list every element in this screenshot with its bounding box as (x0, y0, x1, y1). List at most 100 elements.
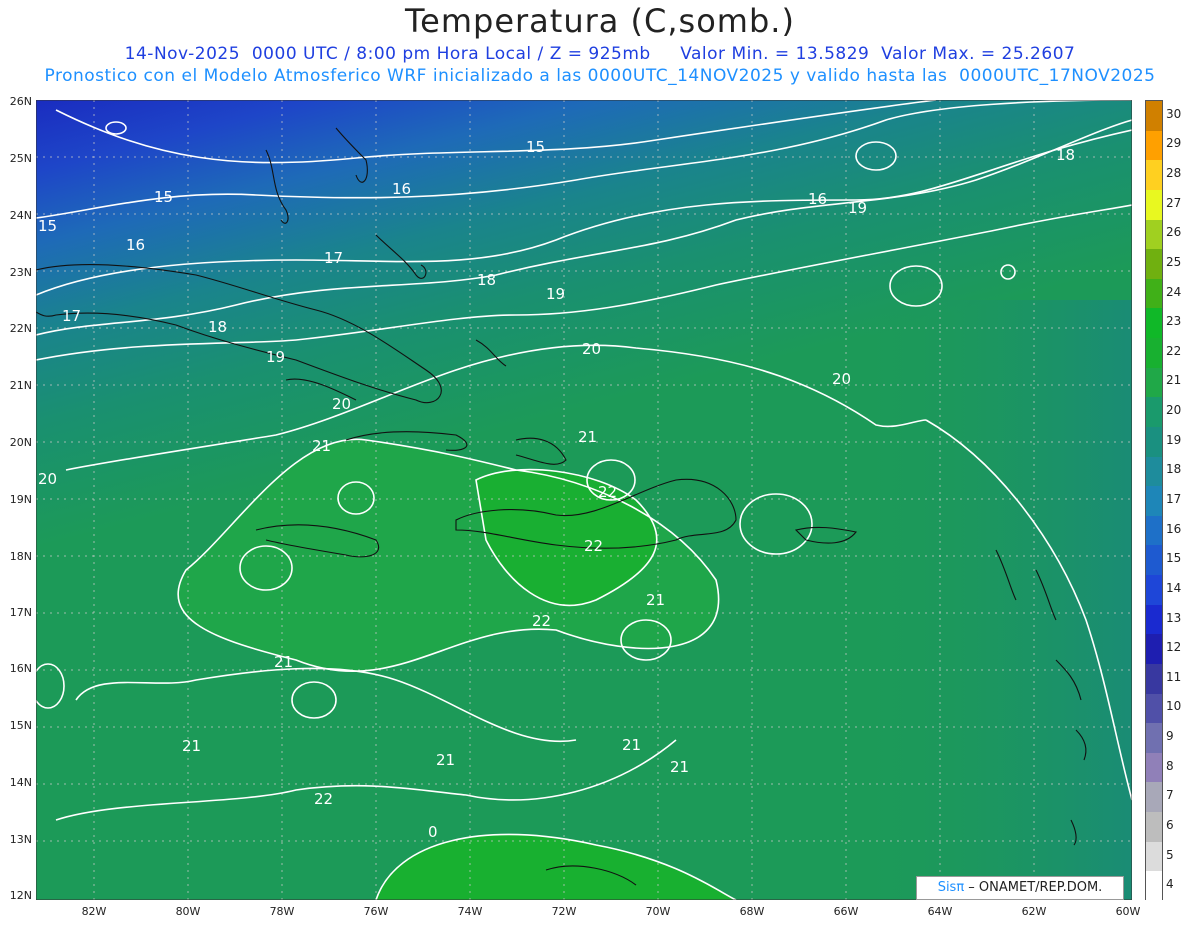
onamet-text: – ONAMET/REP.DOM. (964, 880, 1103, 895)
contour-label: 21 (622, 736, 641, 754)
contour-label: 19 (266, 348, 285, 366)
colorbar-segment (1146, 219, 1162, 250)
lon-label: 62W (1021, 905, 1047, 918)
lat-label: 20N (9, 436, 32, 449)
colorbar-segment (1146, 515, 1162, 546)
contour-label: 22 (314, 790, 333, 808)
lat-label: 26N (9, 95, 32, 108)
colorbar-label: 11 (1166, 669, 1182, 684)
contour-label: 15 (38, 217, 57, 235)
colorbar (1145, 100, 1163, 901)
lat-label: 14N (9, 776, 32, 789)
colorbar-segment (1146, 693, 1162, 724)
colorbar-segment (1146, 308, 1162, 339)
colorbar-segment (1146, 189, 1162, 220)
contour-label: 22 (532, 612, 551, 630)
colorbar-label: 20 (1166, 403, 1182, 418)
contour-label: 15 (154, 188, 173, 206)
contour-label: 22 (584, 537, 603, 555)
colorbar-label: 19 (1166, 432, 1182, 447)
colorbar-label: 6 (1166, 817, 1174, 832)
contour-label: 17 (324, 249, 343, 267)
contour-label: 16 (392, 180, 411, 198)
lat-label: 19N (9, 493, 32, 506)
lon-label: 78W (269, 905, 295, 918)
contour-label: 21 (670, 758, 689, 776)
colorbar-segment (1146, 456, 1162, 487)
east-shading (836, 300, 1132, 900)
lat-label: 25N (9, 152, 32, 165)
colorbar-segment (1146, 278, 1162, 309)
colorbar-label: 26 (1166, 225, 1182, 240)
colorbar-label: 27 (1166, 195, 1182, 210)
lat-label: 21N (9, 379, 32, 392)
contour-label: 22 (598, 483, 617, 501)
colorbar-label: 16 (1166, 521, 1182, 536)
colorbar-segment (1146, 426, 1162, 457)
contour-label: 19 (546, 285, 565, 303)
colorbar-label: 23 (1166, 314, 1182, 329)
colorbar-label: 29 (1166, 136, 1182, 151)
colorbar-label: 21 (1166, 373, 1182, 388)
colorbar-label: 28 (1166, 166, 1182, 181)
contour-label: 18 (1056, 146, 1075, 164)
lon-label: 72W (551, 905, 577, 918)
lat-label: 18N (9, 550, 32, 563)
contour-label: 19 (848, 199, 867, 217)
contour-label: 17 (62, 307, 81, 325)
valid-time-line: 14-Nov-2025 0000 UTC / 8:00 pm Hora Loca… (124, 44, 1076, 64)
lon-label: 60W (1115, 905, 1141, 918)
colorbar-segment (1146, 130, 1162, 161)
colorbar-label: 10 (1166, 699, 1182, 714)
colorbar-label: 30 (1166, 106, 1182, 121)
lon-label: 66W (833, 905, 859, 918)
contour-label: 0 (428, 823, 438, 841)
colorbar-segment (1146, 663, 1162, 694)
colorbar-segment (1146, 871, 1162, 901)
colorbar-label: 5 (1166, 847, 1174, 862)
contour-label: 16 (808, 190, 827, 208)
colorbar-segment (1146, 249, 1162, 279)
lat-label: 24N (9, 209, 32, 222)
colorbar-segment (1146, 782, 1162, 813)
lon-label: 74W (457, 905, 483, 918)
contour-label: 18 (208, 318, 227, 336)
colorbar-label: 17 (1166, 492, 1182, 506)
sispi-logo-text: Sisπ (937, 880, 965, 895)
colorbar-segment (1146, 841, 1162, 872)
contour-label: 21 (578, 428, 597, 446)
lon-label: 64W (927, 905, 953, 918)
contour-label: 20 (832, 370, 851, 388)
lon-label: 82W (81, 905, 107, 918)
lon-label: 70W (645, 905, 671, 918)
contour-label: 21 (182, 737, 201, 755)
colorbar-label: 18 (1166, 462, 1182, 477)
colorbar-segment (1146, 397, 1162, 427)
map-title: Temperatura (C,somb.) (405, 2, 795, 40)
lat-label: 15N (9, 719, 32, 732)
lat-label: 13N (9, 833, 32, 846)
contour-label: 20 (332, 395, 351, 413)
colorbar-segment (1146, 486, 1162, 516)
colorbar-segment (1146, 752, 1162, 783)
colorbar-label: 13 (1166, 610, 1182, 625)
contour-label: 20 (38, 470, 57, 488)
colorbar-label: 22 (1166, 343, 1182, 358)
lon-label: 76W (363, 905, 389, 918)
contour-label: 21 (312, 437, 331, 455)
colorbar-label: 24 (1166, 284, 1182, 299)
colorbar-segment (1146, 545, 1162, 576)
colorbar-label: 8 (1166, 758, 1174, 773)
colorbar-segment (1146, 160, 1162, 190)
lat-label: 23N (9, 266, 32, 279)
colorbar-label: 7 (1166, 788, 1174, 803)
colorbar-segment (1146, 634, 1162, 664)
contour-label: 21 (274, 653, 293, 671)
lat-label: 22N (9, 322, 32, 335)
colorbar-label: 25 (1166, 254, 1182, 269)
colorbar-label: 4 (1166, 877, 1174, 892)
model-info-line: Pronostico con el Modelo Atmosferico WRF… (44, 66, 1156, 86)
colorbar-label: 9 (1166, 729, 1174, 744)
colorbar-segment (1146, 723, 1162, 753)
contour-label: 21 (646, 591, 665, 609)
